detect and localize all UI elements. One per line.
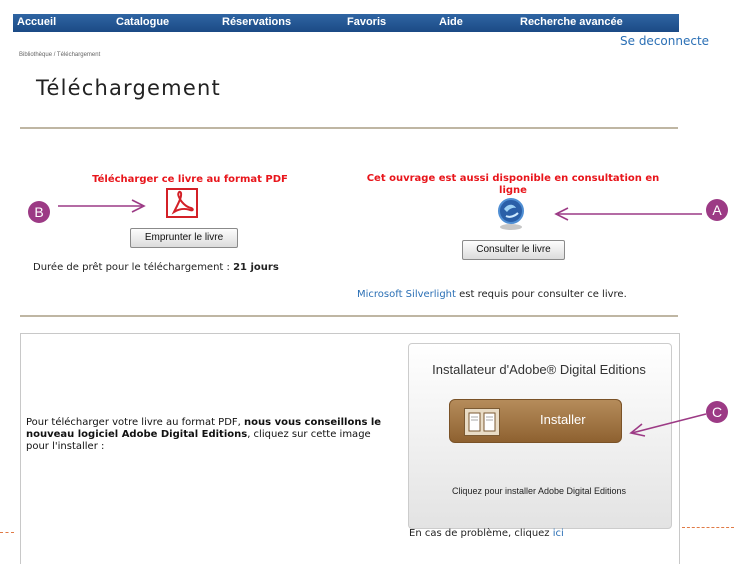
- dashed-line-right: [682, 527, 734, 528]
- silverlight-note: Microsoft Silverlight est requis pour co…: [357, 289, 627, 300]
- divider-middle: [20, 315, 678, 317]
- dashed-line-left: [0, 532, 14, 533]
- silverlight-icon[interactable]: [496, 197, 526, 231]
- adobe-caption: Cliquez pour installer Adobe Digital Edi…: [451, 486, 627, 496]
- annotation-marker-a: A: [706, 199, 728, 221]
- problem-link[interactable]: ici: [553, 528, 564, 539]
- annotation-marker-b: B: [28, 201, 50, 223]
- annotation-marker-c: C: [706, 401, 728, 423]
- divider-top: [20, 127, 678, 129]
- problem-text: En cas de problème, cliquez: [409, 528, 550, 539]
- loan-duration: Durée de prêt pour le téléchargement : 2…: [33, 262, 279, 273]
- annotation-arrow-c: [629, 413, 707, 437]
- adobe-panel-title: Installateur d'Adobe® Digital Editions: [432, 362, 646, 377]
- online-heading: Cet ouvrage est aussi disponible en cons…: [366, 173, 660, 196]
- nav-item-aide[interactable]: Aide: [439, 16, 463, 28]
- loan-duration-value: 21 jours: [233, 262, 279, 273]
- annotation-arrow-a: [554, 207, 702, 221]
- nav-item-catalogue[interactable]: Catalogue: [116, 16, 169, 28]
- silverlight-link[interactable]: Microsoft Silverlight: [357, 289, 456, 300]
- nav-item-favoris[interactable]: Favoris: [347, 16, 386, 28]
- breadcrumb: Bibliothèque / Téléchargement: [19, 52, 101, 58]
- pdf-icon[interactable]: [165, 188, 199, 218]
- consult-book-button[interactable]: Consulter le livre: [462, 240, 565, 260]
- book-icon: [464, 408, 500, 436]
- problem-line: En cas de problème, cliquez ici: [409, 528, 564, 539]
- pdf-heading: Télécharger ce livre au format PDF: [92, 174, 288, 185]
- nav-item-recherche-avancee[interactable]: Recherche avancée: [520, 16, 623, 28]
- logout-link[interactable]: Se deconnecte: [620, 34, 709, 48]
- borrow-book-button[interactable]: Emprunter le livre: [130, 228, 238, 248]
- annotation-arrow-b: [58, 199, 146, 213]
- adobe-intro-start: Pour télécharger votre livre au format P…: [26, 417, 245, 428]
- nav-item-accueil[interactable]: Accueil: [17, 16, 56, 28]
- loan-duration-label: Durée de prêt pour le téléchargement :: [33, 262, 230, 273]
- top-nav-bar: Accueil Catalogue Réservations Favoris A…: [13, 14, 679, 32]
- adobe-intro-text: Pour télécharger votre livre au format P…: [26, 417, 396, 453]
- page-title: Téléchargement: [36, 76, 221, 100]
- nav-item-reservations[interactable]: Réservations: [222, 16, 291, 28]
- silverlight-note-text: est requis pour consulter ce livre.: [459, 289, 627, 300]
- install-adobe-button[interactable]: Installer: [449, 399, 622, 443]
- install-button-label: Installer: [540, 412, 586, 427]
